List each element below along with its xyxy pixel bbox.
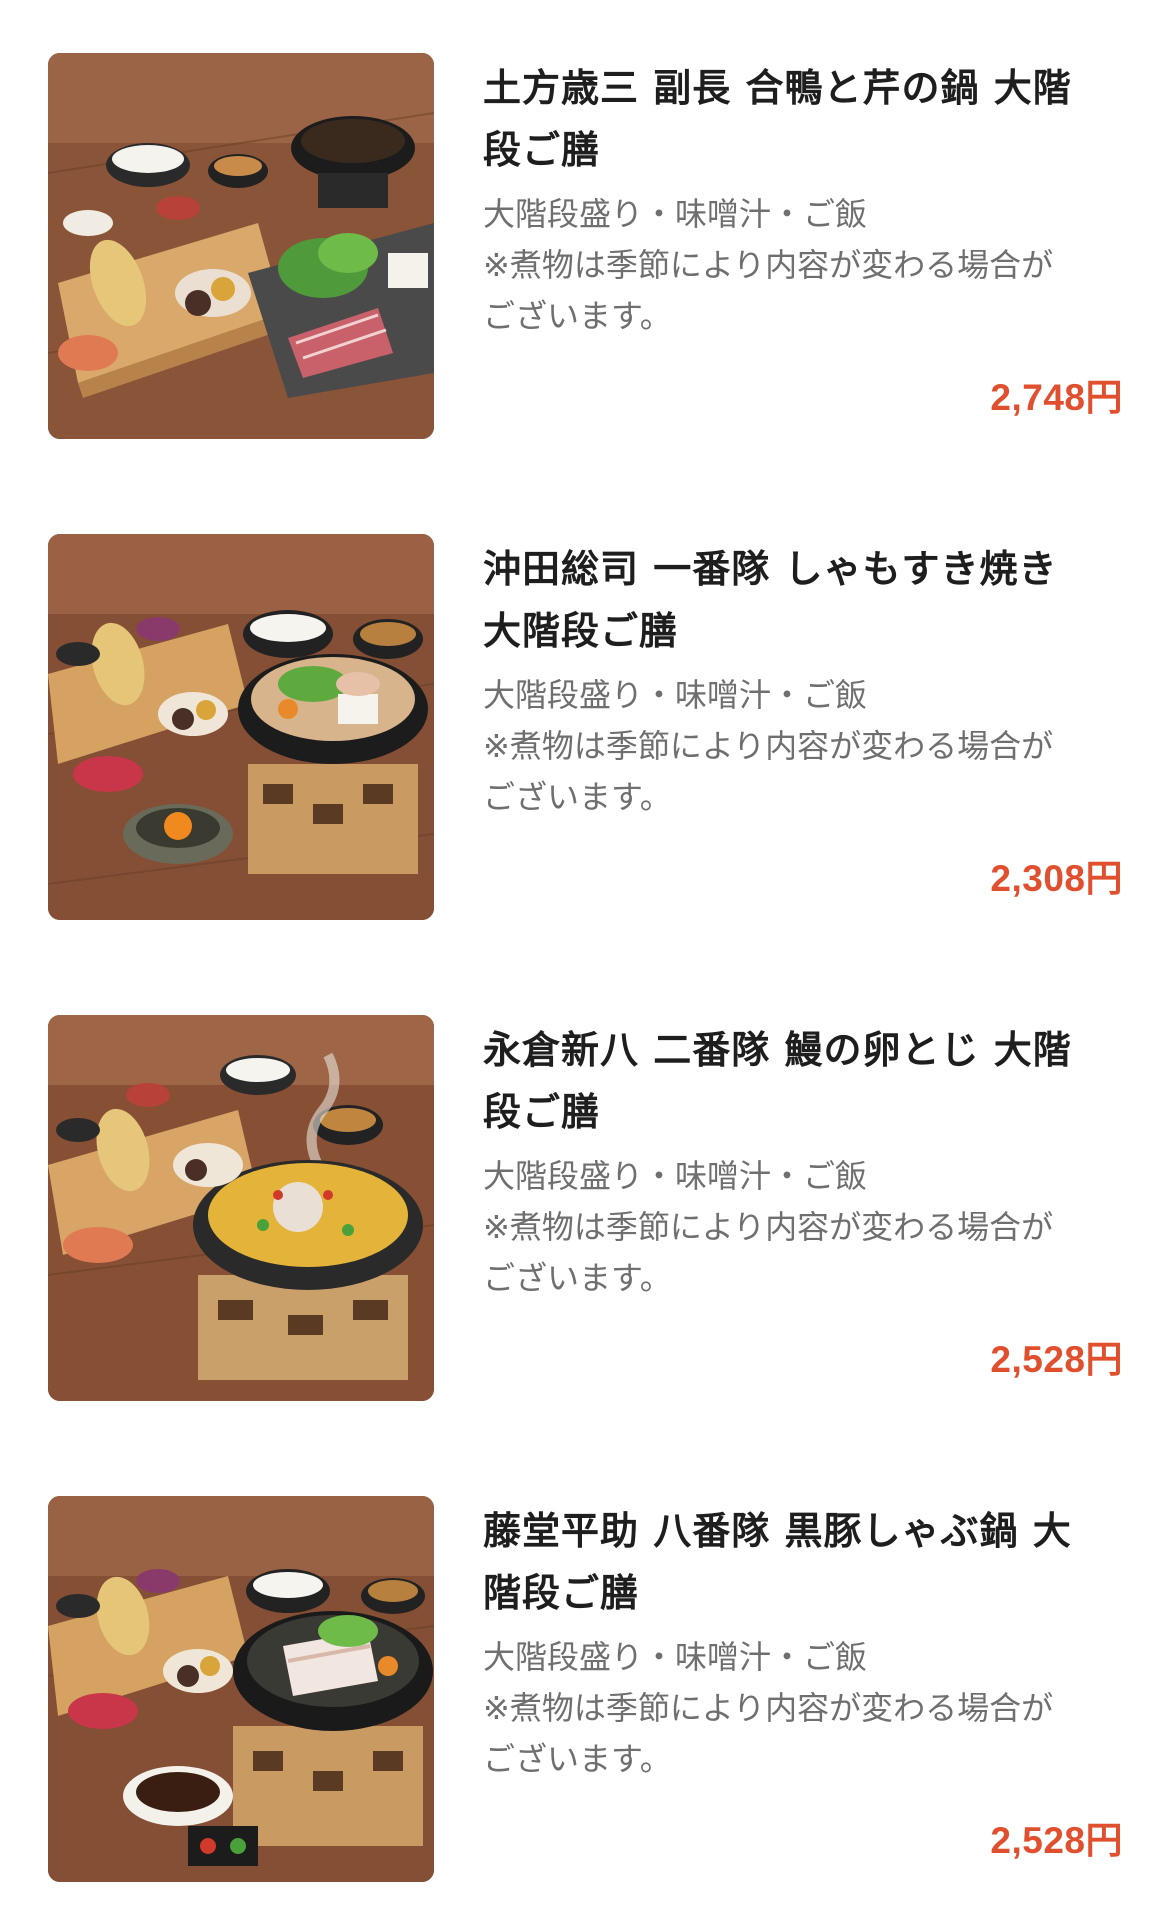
- food-photo-illustration: [48, 1496, 434, 1882]
- menu-item-price: 2,748円: [990, 377, 1123, 418]
- menu-list: 土方歳三 副長 合鴨と芹の鍋 大階 段ご膳 大階段盛り・味噌汁・ご飯 ※煮物は季…: [0, 0, 1169, 1910]
- menu-item-info: 永倉新八 二番隊 鰻の卵とじ 大階 段ご膳 大階段盛り・味噌汁・ご飯 ※煮物は季…: [483, 1015, 1123, 1401]
- menu-item-price: 2,528円: [990, 1339, 1123, 1380]
- menu-item[interactable]: 永倉新八 二番隊 鰻の卵とじ 大階 段ご膳 大階段盛り・味噌汁・ご飯 ※煮物は季…: [0, 1015, 1169, 1415]
- menu-item-description: 大階段盛り・味噌汁・ご飯 ※煮物は季節により内容が変わる場合が ございます。: [483, 195, 1054, 335]
- food-photo[interactable]: [48, 1496, 434, 1882]
- menu-item-title: 藤堂平助 八番隊 黒豚しゃぶ鍋 大 階段ご膳: [483, 1509, 1072, 1615]
- menu-item-description: 大階段盛り・味噌汁・ご飯 ※煮物は季節により内容が変わる場合が ございます。: [483, 1638, 1054, 1778]
- menu-item-title: 土方歳三 副長 合鴨と芹の鍋 大階 段ご膳: [483, 66, 1072, 172]
- food-photo-illustration: [48, 534, 434, 920]
- menu-item-description: 大階段盛り・味噌汁・ご飯 ※煮物は季節により内容が変わる場合が ございます。: [483, 676, 1054, 816]
- menu-item-title: 沖田総司 一番隊 しゃもすき焼き 大階段ご膳: [483, 547, 1058, 653]
- menu-item-price: 2,308円: [990, 858, 1123, 899]
- food-photo-illustration: [48, 1015, 434, 1401]
- food-photo[interactable]: [48, 1015, 434, 1401]
- menu-item-title: 永倉新八 二番隊 鰻の卵とじ 大階 段ご膳: [483, 1028, 1072, 1134]
- menu-item-description: 大階段盛り・味噌汁・ご飯 ※煮物は季節により内容が変わる場合が ございます。: [483, 1157, 1054, 1297]
- menu-item-info: 沖田総司 一番隊 しゃもすき焼き 大階段ご膳 大階段盛り・味噌汁・ご飯 ※煮物は…: [483, 534, 1123, 920]
- menu-item[interactable]: 藤堂平助 八番隊 黒豚しゃぶ鍋 大 階段ご膳 大階段盛り・味噌汁・ご飯 ※煮物は…: [0, 1496, 1169, 1896]
- menu-item-info: 藤堂平助 八番隊 黒豚しゃぶ鍋 大 階段ご膳 大階段盛り・味噌汁・ご飯 ※煮物は…: [483, 1496, 1123, 1882]
- menu-item[interactable]: 土方歳三 副長 合鴨と芹の鍋 大階 段ご膳 大階段盛り・味噌汁・ご飯 ※煮物は季…: [0, 53, 1169, 453]
- menu-item[interactable]: 沖田総司 一番隊 しゃもすき焼き 大階段ご膳 大階段盛り・味噌汁・ご飯 ※煮物は…: [0, 534, 1169, 934]
- food-photo[interactable]: [48, 534, 434, 920]
- food-photo-illustration: [48, 53, 434, 439]
- food-photo[interactable]: [48, 53, 434, 439]
- menu-item-price: 2,528円: [990, 1820, 1123, 1861]
- menu-item-info: 土方歳三 副長 合鴨と芹の鍋 大階 段ご膳 大階段盛り・味噌汁・ご飯 ※煮物は季…: [483, 53, 1123, 439]
